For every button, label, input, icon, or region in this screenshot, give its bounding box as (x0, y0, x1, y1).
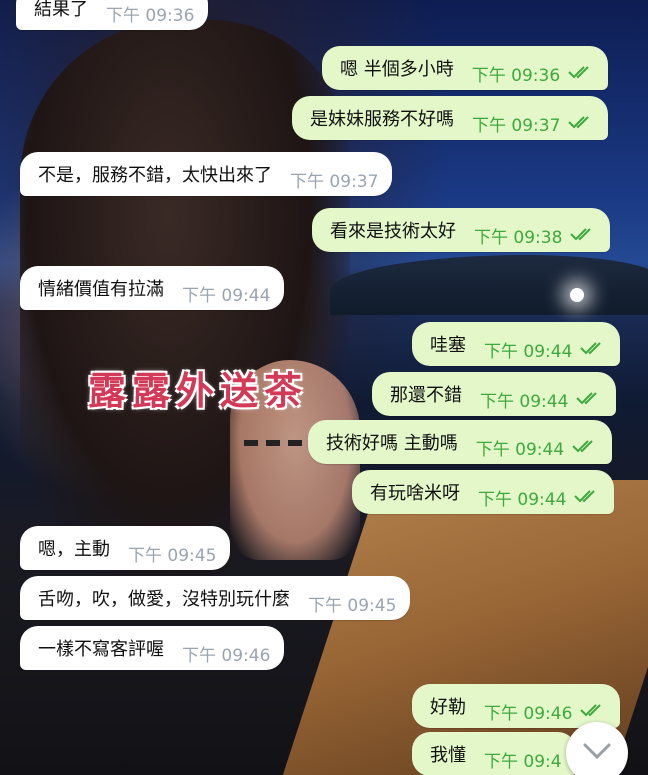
message-text: 是妹妹服務不好嗎 (310, 109, 454, 130)
background-photo-hill (330, 255, 648, 315)
message-text: 哇塞 (430, 335, 466, 356)
message-time: 下午 09:45 (308, 595, 397, 616)
message-bubble-incoming[interactable]: 結果了 下午 09:36 (16, 0, 209, 30)
message-text: 有玩啥米呀 (370, 483, 460, 504)
message-text: 那還不錯 (390, 385, 462, 406)
message-time: 下午 09:44 (182, 285, 271, 306)
chat-view[interactable]: 露露外送茶 結果了 下午 09:36 嗯 半個多小時 下午 09:36 是妹妹服… (0, 0, 648, 775)
message-time: 下午 09:44 (484, 341, 573, 362)
message-text: 不是，服務不錯，太快出來了 (38, 165, 272, 186)
message-text: 一樣不寫客評喔 (38, 639, 164, 660)
double-check-icon (580, 339, 606, 360)
message-text: 結果了 (34, 0, 88, 20)
message-text: 技術好嗎 主動嗎 (326, 433, 458, 454)
message-bubble-outgoing[interactable]: 看來是技術太好 下午 09:38 (312, 208, 611, 252)
message-text: 情緒價值有拉滿 (38, 279, 164, 300)
message-time: 下午 09:37 (290, 171, 379, 192)
message-text: 我懂 (430, 745, 466, 766)
message-time: 下午 09:4 (484, 751, 562, 772)
message-time: 下午 09:45 (128, 545, 217, 566)
message-text: 舌吻，吹，做愛，沒特別玩什麼 (38, 589, 290, 610)
message-bubble-incoming[interactable]: 嗯，主動 下午 09:45 (20, 526, 231, 570)
message-bubble-outgoing[interactable]: 技術好嗎 主動嗎 下午 09:44 (308, 420, 613, 464)
double-check-icon (572, 437, 598, 458)
message-bubble-incoming[interactable]: 不是，服務不錯，太快出來了 下午 09:37 (20, 152, 393, 196)
message-bubble-outgoing[interactable]: 我懂 下午 09:4 (412, 732, 576, 775)
message-bubble-outgoing[interactable]: 嗯 半個多小時 下午 09:36 (322, 46, 609, 90)
message-time: 下午 09:36 (471, 65, 561, 86)
message-bubble-outgoing[interactable]: 好勒 下午 09:46 (412, 684, 621, 728)
message-time: 下午 09:46 (484, 703, 573, 724)
chevron-down-icon (582, 742, 612, 764)
double-check-icon (580, 701, 606, 722)
message-bubble-incoming[interactable]: 情緒價值有拉滿 下午 09:44 (20, 266, 285, 310)
message-bubble-incoming[interactable]: 一樣不寫客評喔 下午 09:46 (20, 626, 285, 670)
message-time: 下午 09:36 (106, 5, 195, 26)
double-check-icon (568, 63, 594, 84)
watermark-text: 露露外送茶 (88, 368, 309, 413)
background-photo-light (570, 288, 584, 302)
double-check-icon (570, 225, 596, 246)
message-text: 好勒 (430, 697, 466, 718)
message-text: 嗯 半個多小時 (340, 59, 454, 80)
message-time: 下午 09:38 (474, 227, 563, 248)
message-time: 下午 09:46 (182, 645, 271, 666)
double-check-icon (568, 113, 594, 134)
message-text: 嗯，主動 (38, 539, 110, 560)
message-bubble-outgoing[interactable]: 有玩啥米呀 下午 09:44 (352, 470, 615, 514)
message-time: 下午 09:44 (478, 489, 567, 510)
message-bubble-incoming[interactable]: 舌吻，吹，做愛，沒特別玩什麼 下午 09:45 (20, 576, 411, 620)
double-check-icon (576, 389, 602, 410)
double-check-icon (574, 487, 600, 508)
scroll-down-button[interactable] (566, 722, 628, 775)
message-time: 下午 09:44 (480, 391, 569, 412)
message-bubble-outgoing[interactable]: 哇塞 下午 09:44 (412, 322, 621, 366)
message-time: 下午 09:44 (475, 439, 565, 460)
message-time: 下午 09:37 (472, 115, 561, 136)
message-text: 看來是技術太好 (330, 221, 456, 242)
message-bubble-outgoing[interactable]: 那還不錯 下午 09:44 (372, 372, 617, 416)
message-bubble-outgoing[interactable]: 是妹妹服務不好嗎 下午 09:37 (292, 96, 609, 140)
